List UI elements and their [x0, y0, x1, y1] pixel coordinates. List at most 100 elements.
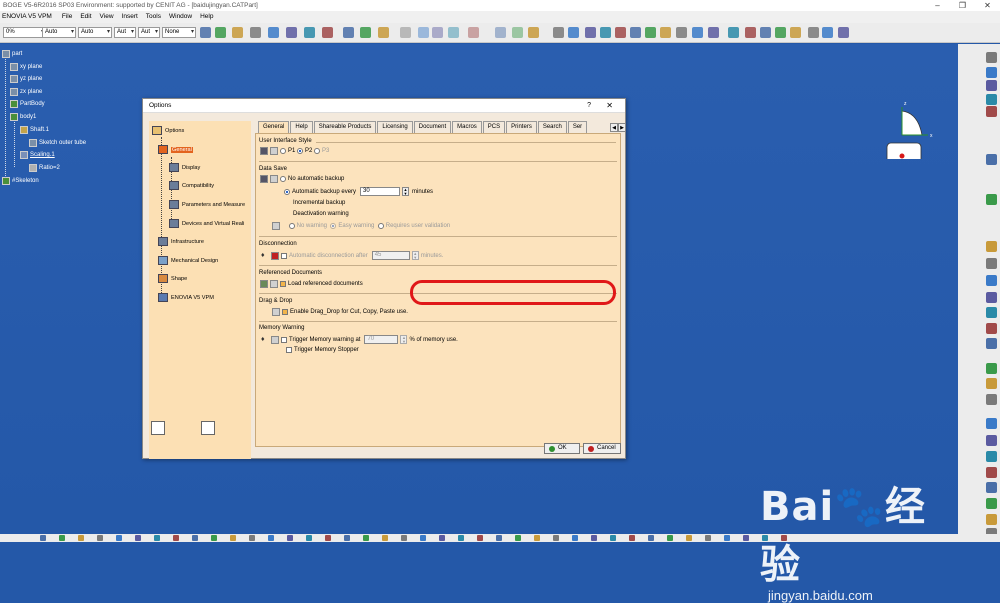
status-tool-icon[interactable]: [458, 535, 464, 541]
menu-help[interactable]: Help: [198, 11, 219, 23]
toolbar-tool-icon[interactable]: [250, 27, 261, 38]
tab-printers[interactable]: Printers: [506, 121, 537, 133]
tree-item-zx-plane[interactable]: zx plane: [10, 88, 42, 96]
status-tool-icon[interactable]: [667, 535, 673, 541]
status-tool-icon[interactable]: [724, 535, 730, 541]
status-tool-icon[interactable]: [192, 535, 198, 541]
toolbar-tool-icon[interactable]: [760, 27, 771, 38]
lock-icon[interactable]: [270, 280, 278, 288]
spinner-icon[interactable]: ▲ ▼: [400, 335, 408, 344]
status-tool-icon[interactable]: [629, 535, 635, 541]
menu-enovia[interactable]: ENOVIA V5 VPM: [0, 11, 60, 23]
status-tool-icon[interactable]: [287, 535, 293, 541]
sidebar-tool-icon[interactable]: [986, 378, 997, 389]
toolbar-tool-icon[interactable]: [745, 27, 756, 38]
toolbar-tool-icon[interactable]: [215, 27, 226, 38]
status-tool-icon[interactable]: [439, 535, 445, 541]
category-display[interactable]: Display: [169, 163, 200, 172]
lock-icon[interactable]: [272, 222, 280, 230]
tab-scroll-left-icon[interactable]: ◀: [610, 123, 618, 132]
sidebar-tool-icon[interactable]: [986, 514, 997, 525]
toolbar-tool-icon[interactable]: [432, 27, 443, 38]
export-settings-icon[interactable]: [151, 421, 165, 435]
easy-warning-radio[interactable]: [330, 223, 337, 229]
tree-item-shaft[interactable]: Shaft.1: [20, 126, 49, 134]
status-tool-icon[interactable]: [249, 535, 255, 541]
no-auto-backup-radio[interactable]: [280, 176, 286, 182]
symbol-combo[interactable]: Aut: [138, 27, 160, 38]
memory-stopper-checkbox[interactable]: [286, 347, 292, 353]
sidebar-tool-icon[interactable]: [986, 435, 997, 446]
toolbar-tool-icon[interactable]: [600, 27, 611, 38]
sidebar-tool-icon[interactable]: [986, 498, 997, 509]
toolbar-tool-icon[interactable]: [630, 27, 641, 38]
status-tool-icon[interactable]: [401, 535, 407, 541]
lock-icon[interactable]: [271, 335, 279, 344]
toolbar-tool-icon[interactable]: [728, 27, 739, 38]
sidebar-tool-icon[interactable]: [986, 154, 997, 165]
status-tool-icon[interactable]: [40, 535, 46, 541]
status-tool-icon[interactable]: [154, 535, 160, 541]
memory-percent-input[interactable]: 70: [364, 335, 399, 344]
toolbar-tool-icon[interactable]: [448, 27, 459, 38]
spinner-icon[interactable]: ▲ ▼: [402, 187, 410, 196]
category-general[interactable]: General: [158, 145, 193, 154]
menu-window[interactable]: Window: [167, 11, 198, 23]
tab-general[interactable]: General: [258, 121, 290, 133]
line-type-combo[interactable]: Auto: [42, 27, 76, 38]
sidebar-tool-icon[interactable]: [986, 323, 997, 334]
close-window-button[interactable]: ✕: [975, 0, 1000, 11]
status-tool-icon[interactable]: [59, 535, 65, 541]
sidebar-tool-icon[interactable]: [986, 307, 997, 318]
status-tool-icon[interactable]: [382, 535, 388, 541]
toolbar-tool-icon[interactable]: [268, 27, 279, 38]
status-tool-icon[interactable]: [230, 535, 236, 541]
toolbar-tool-icon[interactable]: [343, 27, 354, 38]
compass-icon[interactable]: z x: [884, 99, 944, 159]
status-tool-icon[interactable]: [78, 535, 84, 541]
tab-pcs[interactable]: PCS: [482, 121, 506, 133]
status-tool-icon[interactable]: [762, 535, 768, 541]
status-tool-icon[interactable]: [420, 535, 426, 541]
toolbar-tool-icon[interactable]: [378, 27, 389, 38]
toolbar-tool-icon[interactable]: [660, 27, 671, 38]
category-mechanical-design[interactable]: Mechanical Design: [158, 256, 218, 265]
p1-radio[interactable]: [280, 148, 286, 154]
menu-insert[interactable]: Insert: [120, 11, 144, 23]
lock-icon[interactable]: [272, 308, 280, 316]
tree-item-body1[interactable]: body1: [10, 113, 36, 121]
tab-scroll-right-icon[interactable]: ▶: [618, 123, 626, 132]
tab-licensing[interactable]: Licensing: [377, 121, 413, 133]
sidebar-tool-icon[interactable]: [986, 67, 997, 78]
sidebar-tool-icon[interactable]: [986, 292, 997, 303]
status-tool-icon[interactable]: [781, 535, 787, 541]
toolbar-tool-icon[interactable]: [790, 27, 801, 38]
status-tool-icon[interactable]: [553, 535, 559, 541]
toolbar-tool-icon[interactable]: [360, 27, 371, 38]
minimize-button[interactable]: –: [925, 0, 950, 11]
toolbar-tool-icon[interactable]: [615, 27, 626, 38]
status-tool-icon[interactable]: [97, 535, 103, 541]
status-tool-icon[interactable]: [496, 535, 502, 541]
tab-ser[interactable]: Ser: [567, 121, 588, 133]
status-tool-icon[interactable]: [325, 535, 331, 541]
tree-item-part[interactable]: part: [2, 50, 22, 58]
toolbar-tool-icon[interactable]: [232, 27, 243, 38]
tree-item-scaling[interactable]: Scaling.1: [20, 151, 55, 159]
category-enovia[interactable]: ENOVIA V5 VPM: [158, 293, 214, 302]
sidebar-tool-icon[interactable]: [986, 258, 997, 269]
auto-backup-minutes-input[interactable]: 30: [360, 187, 401, 196]
sidebar-tool-icon[interactable]: [986, 275, 997, 286]
status-tool-icon[interactable]: [477, 535, 483, 541]
sidebar-tool-icon[interactable]: [986, 467, 997, 478]
sidebar-tool-icon[interactable]: [986, 363, 997, 374]
auto-disconnect-checkbox[interactable]: [281, 252, 287, 259]
status-tool-icon[interactable]: [306, 535, 312, 541]
color-combo[interactable]: None: [162, 27, 196, 38]
status-tool-icon[interactable]: [705, 535, 711, 541]
tab-help[interactable]: Help: [290, 121, 313, 133]
status-tool-icon[interactable]: [591, 535, 597, 541]
layer-combo[interactable]: Aut: [114, 27, 136, 38]
category-devices[interactable]: Devices and Virtual Reali: [169, 219, 244, 228]
tree-item-xy-plane[interactable]: xy plane: [10, 63, 42, 71]
